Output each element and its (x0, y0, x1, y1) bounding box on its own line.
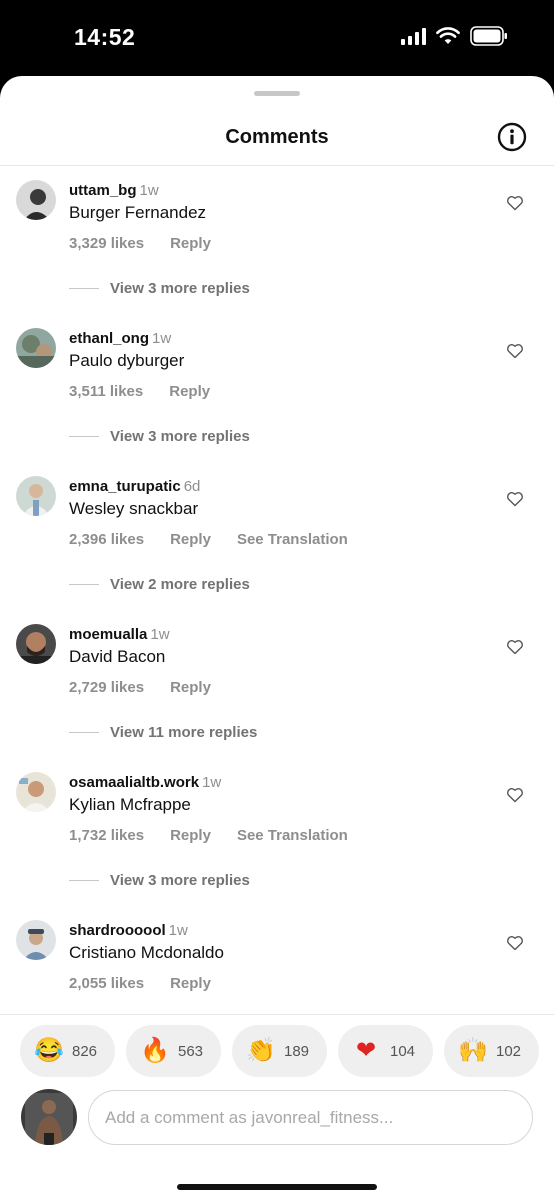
wifi-icon (436, 27, 460, 44)
comment-time: 1w (202, 774, 222, 791)
comment-item: osamaalialtb.work 1w Kylian Mcfrappe 1,73… (0, 772, 554, 920)
view-replies-button[interactable]: View 2 more replies (110, 576, 250, 593)
avatar[interactable] (16, 772, 56, 812)
replies-divider (69, 436, 99, 437)
heart-icon[interactable] (506, 935, 524, 951)
comment-item: ethanl_ong 1w Paulo dyburger 3,511 likes … (0, 328, 554, 476)
likes-count[interactable]: 2,729 likes (69, 679, 144, 696)
comment-username[interactable]: uttam_bg 1w (69, 182, 159, 199)
comment-text: David Bacon (69, 647, 166, 666)
comment-meta: 2,055 likes Reply (69, 975, 211, 992)
replies-divider (69, 288, 99, 289)
comment-meta: 3,329 likes Reply (69, 235, 211, 252)
comment-meta: 2,729 likes Reply (69, 679, 211, 696)
heart-icon[interactable] (506, 491, 524, 507)
see-translation-button[interactable]: See Translation (237, 827, 348, 844)
comment-meta: 2,396 likes Reply See Translation (69, 531, 348, 548)
replies-divider (69, 880, 99, 881)
reaction-chip-heart[interactable]: ❤ 104 (338, 1025, 433, 1077)
home-indicator (177, 1184, 377, 1190)
reaction-count: 102 (496, 1042, 522, 1060)
likes-count[interactable]: 2,396 likes (69, 531, 144, 548)
sheet-grabber[interactable] (254, 91, 300, 96)
quick-reactions-bar: 😂 826 🔥 563 👏 189 ❤ 104 🙌 102 (20, 1025, 539, 1077)
laughing-emoji-icon: 😂 (34, 1037, 64, 1064)
reply-button[interactable]: Reply (169, 383, 210, 400)
status-time: 14:52 (74, 24, 136, 50)
comment-username[interactable]: shardroooool 1w (69, 922, 188, 939)
comment-item: moemualla 1w David Bacon 2,729 likes Repl… (0, 624, 554, 772)
comment-text: Cristiano Mcdonaldo (69, 943, 224, 962)
comment-item: uttam_bg 1w Burger Fernandez 3,329 likes … (0, 180, 554, 328)
comment-text: Burger Fernandez (69, 203, 207, 222)
status-bar: 14:52 (0, 0, 554, 76)
reaction-chip-fire[interactable]: 🔥 563 (126, 1025, 221, 1077)
avatar[interactable] (16, 180, 56, 220)
heart-emoji-icon: ❤ (355, 1037, 377, 1064)
comment-input[interactable] (105, 1107, 532, 1128)
comment-username[interactable]: moemualla 1w (69, 626, 170, 643)
sheet-title: Comments (225, 126, 329, 148)
likes-count[interactable]: 3,511 likes (69, 383, 143, 400)
see-translation-button[interactable]: See Translation (237, 531, 348, 548)
view-replies-button[interactable]: View 3 more replies (110, 280, 250, 297)
comment-username[interactable]: emna_turupatic 6d (69, 478, 200, 495)
composer-divider (0, 1014, 554, 1015)
avatar[interactable] (16, 328, 56, 368)
reaction-count: 189 (284, 1042, 310, 1060)
header-divider (0, 165, 554, 166)
comment-time: 6d (183, 478, 201, 495)
comment-text: Paulo dyburger (69, 351, 185, 370)
comment-text: Wesley snackbar (69, 499, 199, 518)
replies-divider (69, 584, 99, 585)
comment-time: 1w (139, 182, 159, 199)
current-user-avatar[interactable] (21, 1089, 77, 1145)
comment-meta: 3,511 likes Reply (69, 383, 210, 400)
reaction-chip-laughing[interactable]: 😂 826 (20, 1025, 115, 1077)
fire-emoji-icon: 🔥 (140, 1037, 170, 1064)
reply-button[interactable]: Reply (170, 531, 211, 548)
heart-icon[interactable] (506, 639, 524, 655)
comment-username[interactable]: osamaalialtb.work 1w (69, 774, 221, 791)
replies-divider (69, 732, 99, 733)
reply-button[interactable]: Reply (170, 827, 211, 844)
comment-text: Kylian Mcfrappe (69, 795, 191, 814)
comment-composer[interactable] (88, 1090, 533, 1145)
info-icon[interactable] (497, 122, 527, 152)
view-replies-button[interactable]: View 11 more replies (110, 724, 257, 741)
likes-count[interactable]: 3,329 likes (69, 235, 144, 252)
reaction-chip-raised-hands[interactable]: 🙌 102 (444, 1025, 539, 1077)
view-replies-button[interactable]: View 3 more replies (110, 872, 250, 889)
avatar[interactable] (16, 624, 56, 664)
comment-username[interactable]: ethanl_ong 1w (69, 330, 171, 347)
reaction-count: 563 (178, 1042, 204, 1060)
likes-count[interactable]: 2,055 likes (69, 975, 144, 992)
status-icons (401, 26, 508, 46)
avatar[interactable] (16, 476, 56, 516)
comments-sheet: Comments uttam_bg 1w Burger Fernandez 3,3… (0, 76, 554, 1200)
comment-time: 1w (150, 626, 170, 643)
likes-count[interactable]: 1,732 likes (69, 827, 144, 844)
view-replies-button[interactable]: View 3 more replies (110, 428, 250, 445)
battery-icon (470, 26, 507, 46)
reaction-chip-clapping[interactable]: 👏 189 (232, 1025, 327, 1077)
clapping-emoji-icon: 👏 (246, 1037, 276, 1064)
reaction-count: 104 (390, 1042, 416, 1060)
heart-icon[interactable] (506, 787, 524, 803)
raised-hands-emoji-icon: 🙌 (458, 1037, 488, 1064)
reply-button[interactable]: Reply (170, 975, 211, 992)
comment-meta: 1,732 likes Reply See Translation (69, 827, 348, 844)
reaction-count: 826 (72, 1042, 98, 1060)
heart-icon[interactable] (506, 343, 524, 359)
comment-time: 1w (152, 330, 172, 347)
comment-time: 1w (168, 922, 188, 939)
cellular-signal-icon (401, 27, 426, 45)
reply-button[interactable]: Reply (170, 679, 211, 696)
heart-icon[interactable] (506, 195, 524, 211)
comment-item: emna_turupatic 6d Wesley snackbar 2,396 l… (0, 476, 554, 624)
avatar[interactable] (16, 920, 56, 960)
reply-button[interactable]: Reply (170, 235, 211, 252)
